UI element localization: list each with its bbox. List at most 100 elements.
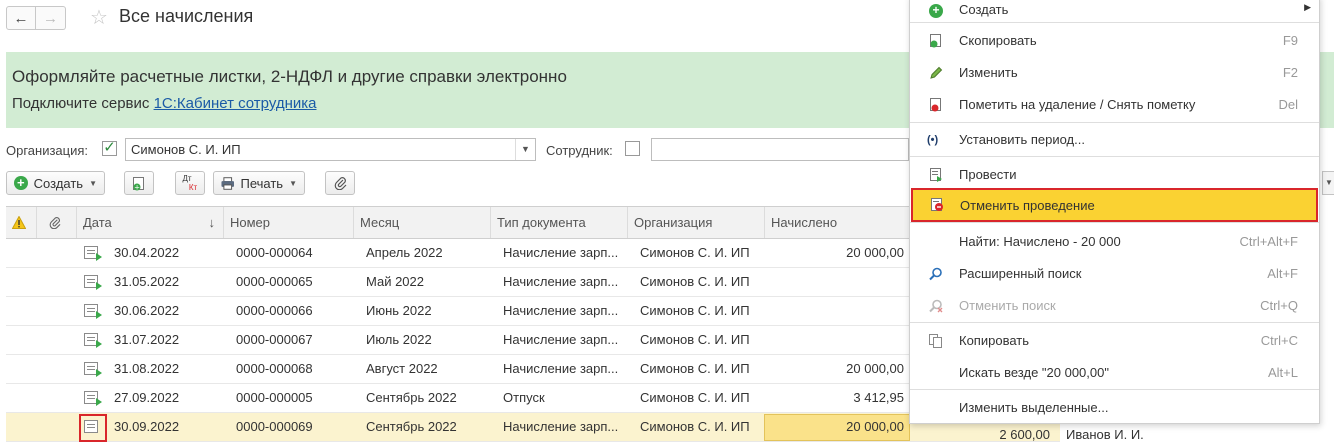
cell-number[interactable]: 0000-000067 bbox=[230, 326, 354, 354]
print-label: Печать bbox=[240, 175, 284, 191]
print-button[interactable]: Печать ▼ bbox=[213, 171, 305, 195]
cell-month[interactable]: Сентябрь 2022 bbox=[360, 413, 491, 441]
menu-item-post[interactable]: Провести bbox=[910, 159, 1319, 191]
column-attachment[interactable] bbox=[37, 207, 77, 238]
cell-number[interactable]: 0000-000005 bbox=[230, 384, 354, 412]
cell-extra-amount[interactable]: 2 600,00 bbox=[916, 421, 1056, 446]
cell-date[interactable]: 30.09.2022 bbox=[108, 413, 224, 441]
chevron-down-icon[interactable]: ▼ bbox=[515, 139, 535, 160]
more-actions-dropdown[interactable]: ▼ bbox=[1322, 171, 1334, 195]
kt-label: Кт bbox=[188, 183, 198, 192]
table-row[interactable]: 31.07.2022 0000-000067 Июль 2022 Начисление… bbox=[6, 326, 1060, 355]
cell-org[interactable]: Симонов С. И. ИП bbox=[634, 239, 765, 267]
organization-label: Организация: bbox=[6, 143, 89, 158]
menu-item-search-everywhere[interactable]: Искать везде "20 000,00" Alt+L bbox=[910, 357, 1319, 389]
cell-extra-name[interactable]: Иванов И. И. bbox=[1060, 421, 1160, 446]
cell-type[interactable]: Начисление зарп... bbox=[497, 239, 628, 267]
cell-number[interactable]: 0000-000065 bbox=[230, 268, 354, 296]
cell-amount[interactable]: 20 000,00 bbox=[765, 355, 910, 383]
cell-month[interactable]: Май 2022 bbox=[360, 268, 491, 296]
menu-item-mark-deletion[interactable]: Пометить на удаление / Снять пометку Del bbox=[910, 89, 1319, 121]
cell-month[interactable]: Июль 2022 bbox=[360, 326, 491, 354]
unpost-document-icon bbox=[931, 198, 943, 211]
posted-document-icon bbox=[84, 246, 102, 261]
menu-item-unpost[interactable]: Отменить проведение bbox=[911, 188, 1318, 222]
menu-item-edit-selected[interactable]: Изменить выделенные... bbox=[910, 392, 1319, 424]
dt-kt-button[interactable]: Дт Кт bbox=[175, 171, 205, 195]
create-button[interactable]: + Создать ▼ bbox=[6, 171, 105, 195]
cell-date[interactable]: 31.05.2022 bbox=[108, 268, 224, 296]
cell-type[interactable]: Начисление зарп... bbox=[497, 297, 628, 325]
cell-amount[interactable] bbox=[765, 326, 910, 354]
attach-file-button[interactable] bbox=[325, 171, 355, 195]
menu-item-copy[interactable]: Копировать Ctrl+C bbox=[910, 325, 1319, 357]
column-organization[interactable]: Организация bbox=[628, 207, 765, 238]
menu-separator bbox=[910, 222, 1319, 223]
column-date[interactable]: Дата ↓ bbox=[77, 207, 224, 238]
cell-org[interactable]: Симонов С. И. ИП bbox=[634, 413, 765, 441]
cell-date[interactable]: 31.08.2022 bbox=[108, 355, 224, 383]
column-doc-type-label: Тип документа bbox=[497, 215, 586, 230]
banner-sub-prefix: Подключите сервис bbox=[12, 95, 154, 112]
cell-number[interactable]: 0000-000069 bbox=[230, 413, 354, 441]
menu-item-label: Искать везде "20 000,00" bbox=[959, 365, 1109, 380]
menu-item-edit[interactable]: Изменить F2 bbox=[910, 57, 1319, 89]
column-number[interactable]: Номер bbox=[224, 207, 354, 238]
sort-desc-icon: ↓ bbox=[208, 215, 216, 230]
plus-icon: + bbox=[14, 176, 28, 190]
cell-number[interactable]: 0000-000068 bbox=[230, 355, 354, 383]
cell-org[interactable]: Симонов С. И. ИП bbox=[634, 326, 765, 354]
column-month[interactable]: Месяц bbox=[354, 207, 491, 238]
cell-org[interactable]: Симонов С. И. ИП bbox=[634, 355, 765, 383]
cell-number[interactable]: 0000-000064 bbox=[230, 239, 354, 267]
column-doc-type[interactable]: Тип документа bbox=[491, 207, 628, 238]
copy-document-button[interactable]: + bbox=[124, 171, 154, 195]
back-button[interactable]: ← bbox=[6, 6, 36, 30]
cell-month[interactable]: Июнь 2022 bbox=[360, 297, 491, 325]
column-number-label: Номер bbox=[230, 215, 271, 230]
cell-date[interactable]: 30.04.2022 bbox=[108, 239, 224, 267]
cell-org[interactable]: Симонов С. И. ИП bbox=[634, 268, 765, 296]
employee-filter-checkbox[interactable] bbox=[625, 141, 640, 156]
cell-type[interactable]: Начисление зарп... bbox=[497, 413, 628, 441]
cell-date[interactable]: 27.09.2022 bbox=[108, 384, 224, 412]
cell-month[interactable]: Апрель 2022 bbox=[360, 239, 491, 267]
column-warning[interactable] bbox=[6, 207, 37, 238]
cell-type[interactable]: Начисление зарп... bbox=[497, 268, 628, 296]
cell-amount[interactable] bbox=[765, 268, 910, 296]
menu-item-cancel-search[interactable]: Отменить поиск Ctrl+Q bbox=[910, 290, 1319, 322]
menu-item-find-value[interactable]: Найти: Начислено - 20 000 Ctrl+Alt+F bbox=[910, 226, 1319, 258]
cell-date[interactable]: 30.06.2022 bbox=[108, 297, 224, 325]
cell-date[interactable]: 31.07.2022 bbox=[108, 326, 224, 354]
table-row[interactable]: 31.05.2022 0000-000065 Май 2022 Начисление … bbox=[6, 268, 1060, 297]
table-row[interactable]: 30.09.2022 0000-000069 Сентябрь 2022 Начисл… bbox=[6, 413, 1144, 442]
menu-item-shortcut: Alt+L bbox=[1268, 365, 1298, 380]
cell-type[interactable]: Начисление зарп... bbox=[497, 326, 628, 354]
cell-org[interactable]: Симонов С. И. ИП bbox=[634, 384, 765, 412]
menu-item-copy-document[interactable]: Скопировать F9 bbox=[910, 25, 1319, 57]
employee-cabinet-link[interactable]: 1С:Кабинет сотрудника bbox=[154, 95, 317, 112]
dt-label: Дт bbox=[182, 174, 192, 183]
cell-amount[interactable]: 3 412,95 bbox=[765, 384, 910, 412]
cell-org[interactable]: Симонов С. И. ИП bbox=[634, 297, 765, 325]
cell-month[interactable]: Сентябрь 2022 bbox=[360, 384, 491, 412]
cell-amount[interactable] bbox=[765, 297, 910, 325]
menu-item-set-period[interactable]: (•) Установить период... bbox=[910, 124, 1319, 156]
table-row[interactable]: 31.08.2022 0000-000068 Август 2022 Начислен… bbox=[6, 355, 1060, 384]
table-row[interactable]: 30.06.2022 0000-000066 Июнь 2022 Начисление… bbox=[6, 297, 1060, 326]
cell-type[interactable]: Начисление зарп... bbox=[497, 355, 628, 383]
cell-number[interactable]: 0000-000066 bbox=[230, 297, 354, 325]
employee-select[interactable] bbox=[651, 138, 909, 161]
copy-document-icon: + bbox=[133, 176, 144, 191]
table-row[interactable]: 27.09.2022 0000-000005 Сентябрь 2022 Отпуск… bbox=[6, 384, 1060, 413]
organization-select[interactable]: Симонов С. И. ИП ▼ bbox=[125, 138, 536, 161]
cell-amount[interactable]: 20 000,00 bbox=[765, 413, 910, 441]
favorite-star-icon[interactable]: ☆ bbox=[90, 5, 108, 30]
menu-item-advanced-search[interactable]: Расширенный поиск Alt+F bbox=[910, 258, 1319, 290]
cell-type[interactable]: Отпуск bbox=[497, 384, 628, 412]
cell-month[interactable]: Август 2022 bbox=[360, 355, 491, 383]
table-row[interactable]: 30.04.2022 0000-000064 Апрель 2022 Начислен… bbox=[6, 239, 1060, 268]
forward-button[interactable]: → bbox=[36, 6, 66, 30]
cell-amount[interactable]: 20 000,00 bbox=[765, 239, 910, 267]
organization-filter-checkbox[interactable]: ✓ bbox=[102, 140, 117, 156]
